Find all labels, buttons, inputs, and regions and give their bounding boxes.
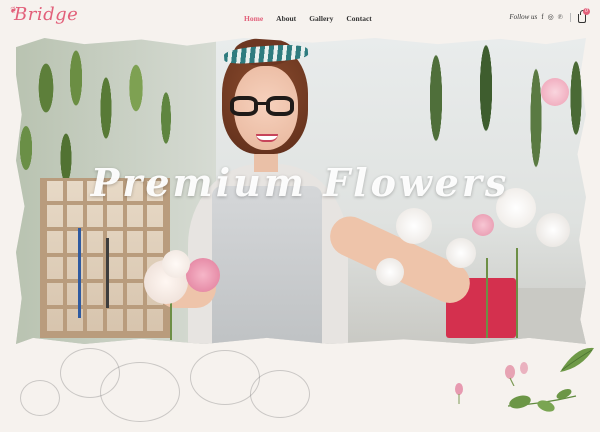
botanical-decoration — [0, 340, 600, 432]
pinterest-icon[interactable]: ℗ — [558, 13, 563, 21]
nav-item-gallery[interactable]: Gallery — [309, 14, 333, 23]
facebook-icon[interactable]: f — [541, 13, 543, 21]
white-rose — [376, 258, 404, 286]
hero-title: Premium Flowers — [90, 160, 510, 205]
white-rose — [446, 238, 476, 268]
header-divider — [570, 12, 571, 22]
logo-flourish-icon: ❦ — [9, 6, 18, 16]
instagram-icon[interactable]: ◎ — [548, 13, 554, 21]
flower-stem — [486, 258, 488, 338]
hero-person-glasses-bridge — [256, 102, 268, 105]
main-nav: Home About Gallery Contact — [244, 14, 372, 23]
nav-item-contact[interactable]: Contact — [346, 14, 371, 23]
leaf-icon — [560, 347, 594, 372]
brand-logo[interactable]: ❦ Bridge — [9, 4, 79, 25]
hero-ribbon — [78, 228, 81, 318]
cart-count-badge: 0 — [583, 8, 590, 15]
hero-ribbon — [106, 238, 109, 308]
pink-rose — [472, 214, 494, 236]
pink-rose — [541, 78, 569, 106]
flower-stem — [516, 248, 518, 338]
nav-item-about[interactable]: About — [276, 14, 296, 23]
white-rose — [162, 250, 190, 278]
social-links: Follow us f ◎ ℗ 0 — [509, 8, 590, 23]
logo-text: Bridge — [14, 4, 79, 25]
hero-person-glasses — [230, 96, 258, 116]
flower-bud-icon — [455, 383, 463, 404]
hero-person-glasses — [266, 96, 294, 116]
white-rose — [536, 213, 570, 247]
flower-sketch — [20, 380, 60, 416]
site-header: ❦ Bridge Home About Gallery Contact Foll… — [0, 0, 600, 36]
flower-sketch — [100, 362, 180, 422]
white-rose — [396, 208, 432, 244]
flower-stem — [170, 300, 172, 340]
follow-us-label: Follow us — [509, 13, 538, 21]
nav-item-home[interactable]: Home — [244, 14, 263, 23]
branch-leaves-icon — [507, 389, 577, 412]
rose-bud-icon — [505, 362, 528, 386]
hero-person-apron — [212, 186, 322, 344]
flower-sketch — [250, 370, 310, 418]
pink-rose — [186, 258, 220, 292]
cart-icon[interactable]: 0 — [578, 8, 590, 23]
